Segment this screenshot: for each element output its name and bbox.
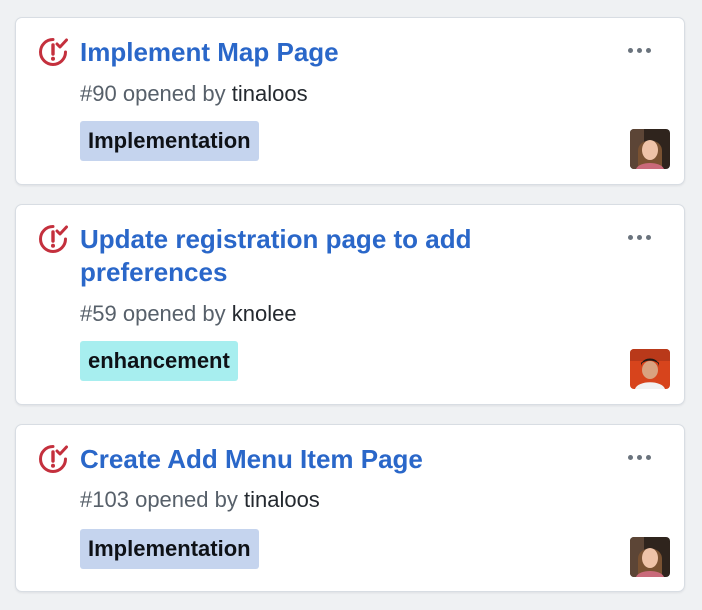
issue-title-link[interactable]: Create Add Menu Item Page	[80, 443, 550, 476]
more-options-button[interactable]	[619, 445, 659, 469]
issue-number: #59	[80, 301, 117, 326]
label-implementation[interactable]: Implementation	[80, 121, 259, 161]
issue-author[interactable]: knolee	[232, 301, 297, 326]
issue-opened-icon	[38, 37, 68, 67]
more-options-button[interactable]	[619, 225, 659, 249]
opened-by-text: opened by	[122, 301, 226, 326]
issue-number: #103	[80, 487, 129, 512]
issue-title-link[interactable]: Update registration page to add preferen…	[80, 223, 550, 289]
label-enhancement[interactable]: enhancement	[80, 341, 238, 381]
tinaloos-avatar[interactable]	[630, 537, 670, 577]
issue-meta: #59 opened by knolee	[80, 300, 297, 328]
issue-meta: #103 opened by tinaloos	[80, 486, 320, 514]
issue-opened-icon	[38, 444, 68, 474]
issue-number: #90	[80, 81, 117, 106]
issue-author[interactable]: tinaloos	[232, 81, 308, 106]
issue-author[interactable]: tinaloos	[244, 487, 320, 512]
issue-opened-icon	[38, 224, 68, 254]
more-options-button[interactable]	[619, 38, 659, 62]
opened-by-text: opened by	[135, 487, 238, 512]
knolee-avatar[interactable]	[630, 349, 670, 389]
issue-title-link[interactable]: Implement Map Page	[80, 36, 550, 69]
issue-card[interactable]: Update registration page to add preferen…	[15, 204, 685, 405]
issue-card[interactable]: Implement Map Page #90 opened by tinaloo…	[15, 17, 685, 185]
tinaloos-avatar[interactable]	[630, 129, 670, 169]
issue-card[interactable]: Create Add Menu Item Page #103 opened by…	[15, 424, 685, 592]
issue-meta: #90 opened by tinaloos	[80, 80, 308, 108]
label-implementation[interactable]: Implementation	[80, 529, 259, 569]
opened-by-text: opened by	[122, 81, 226, 106]
